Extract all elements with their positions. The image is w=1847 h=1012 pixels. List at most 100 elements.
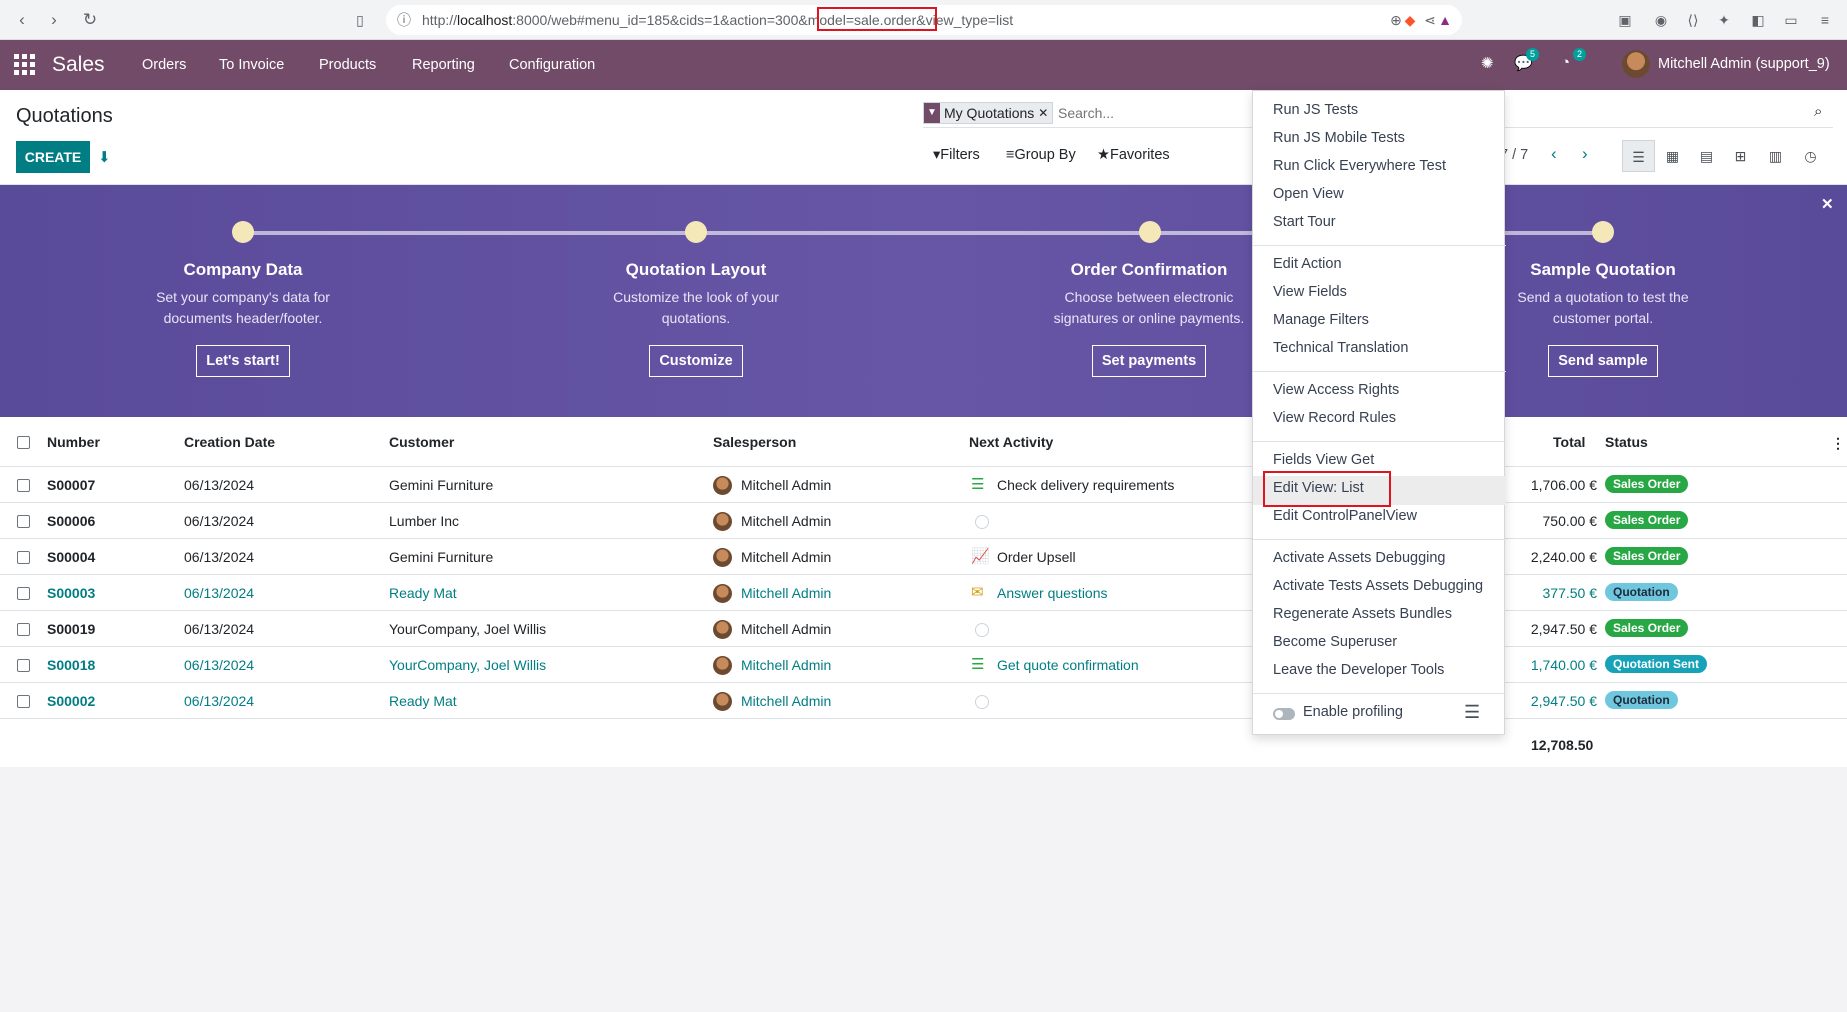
menu-item-run-js-mobile-tests[interactable]: Run JS Mobile Tests [1273,130,1405,146]
col-next-activity[interactable]: Next Activity [969,434,1053,450]
menu-icon[interactable]: ≡ [1815,10,1835,30]
extension-icon[interactable]: ▣ [1615,10,1635,30]
menu-item-view-record-rules[interactable]: View Record Rules [1273,410,1396,426]
clock-icon[interactable] [975,623,989,637]
creation-date: 06/13/2024 [184,621,255,637]
send-sample-button[interactable]: Send sample [1548,345,1658,377]
calendar-view-icon[interactable]: ▤ [1690,140,1723,172]
row-checkbox[interactable] [17,479,30,492]
pivot-view-icon[interactable]: ⊞ [1724,140,1757,172]
menu-item-edit-controlpanelview[interactable]: Edit ControlPanelView [1273,508,1417,524]
pager-prev-icon[interactable]: ‹ [1551,144,1557,164]
menu-item-technical-translation[interactable]: Technical Translation [1273,340,1408,356]
sidebar-icon[interactable]: ◧ [1748,10,1768,30]
list-view-icon[interactable]: ☰ [1622,140,1655,172]
row-checkbox[interactable] [17,659,30,672]
envelope-icon[interactable]: ✉ [971,585,989,601]
favorites-dropdown[interactable]: ★Favorites [1097,147,1170,163]
tasks-icon[interactable]: ☰ [971,657,989,673]
menu-item-run-js-tests[interactable]: Run JS Tests [1273,102,1358,118]
menu-to-invoice[interactable]: To Invoice [219,57,284,73]
menu-item-manage-filters[interactable]: Manage Filters [1273,312,1369,328]
menu-item-view-fields[interactable]: View Fields [1273,284,1347,300]
step-desc: quotations. [661,310,731,326]
puzzle-icon[interactable]: ✦ [1714,10,1734,30]
col-creation-date[interactable]: Creation Date [184,434,275,450]
row-checkbox[interactable] [17,695,30,708]
activity-view-icon[interactable]: ◷ [1794,140,1827,172]
apps-menu-icon[interactable] [14,54,36,76]
app-brand[interactable]: Sales [52,53,105,77]
menu-item-leave-developer-tools[interactable]: Leave the Developer Tools [1273,662,1444,678]
menu-item-click-everywhere[interactable]: Run Click Everywhere Test [1273,158,1446,174]
back-icon[interactable]: ‹ [10,8,34,32]
code-icon[interactable]: ⟨⟩ [1683,10,1703,30]
col-customer[interactable]: Customer [389,434,454,450]
profiling-toggle[interactable] [1273,708,1295,720]
lets-start-button[interactable]: Let's start! [196,345,290,377]
row-checkbox[interactable] [17,515,30,528]
select-all-checkbox[interactable] [17,436,30,449]
brave-shield-icon[interactable]: ◆ [1400,10,1420,30]
profiling-list-icon[interactable]: ☰ [1464,702,1480,723]
menu-item-become-superuser[interactable]: Become Superuser [1273,634,1397,650]
set-payments-button[interactable]: Set payments [1091,345,1207,377]
menu-orders[interactable]: Orders [142,57,186,73]
search-icon[interactable]: ⌕ [1814,103,1822,120]
search-input[interactable] [1058,102,1258,124]
menu-item-edit-action[interactable]: Edit Action [1273,256,1342,272]
chat-icon[interactable]: 💬 5 [1514,48,1540,72]
col-total[interactable]: Total [1553,434,1585,450]
menu-item-open-view[interactable]: Open View [1273,186,1344,202]
activity-icon[interactable]: ◔ 2 [1561,48,1587,71]
row-checkbox[interactable] [17,551,30,564]
kanban-view-icon[interactable]: ▦ [1656,140,1689,172]
menu-item-activate-tests-assets-debugging[interactable]: Activate Tests Assets Debugging [1273,578,1483,594]
table-row[interactable]: S00019 06/13/2024 YourCompany, Joel Will… [0,611,1847,647]
col-salesperson[interactable]: Salesperson [713,434,796,450]
facet-remove-icon[interactable]: ✕ [1038,106,1052,120]
menu-products[interactable]: Products [319,57,376,73]
download-icon[interactable]: ⬇ [98,148,111,166]
address-bar[interactable]: ⓘ http://localhost:8000/web#menu_id=185&… [386,5,1462,35]
row-checkbox[interactable] [17,623,30,636]
site-info-icon[interactable]: ⓘ [394,10,414,30]
line-chart-icon[interactable]: 📈 [971,549,990,565]
optional-columns-icon[interactable]: ⋮ [1831,435,1845,452]
menu-item-regenerate-assets[interactable]: Regenerate Assets Bundles [1273,606,1452,622]
table-row[interactable]: S00018 06/13/2024 YourCompany, Joel Will… [0,647,1847,683]
table-row[interactable]: S00004 06/13/2024 Gemini Furniture Mitch… [0,539,1847,575]
menu-item-view-access-rights[interactable]: View Access Rights [1273,382,1399,398]
groupby-dropdown[interactable]: ≡Group By [1006,147,1076,163]
create-button[interactable]: CREATE [16,141,90,173]
table-row[interactable]: S00007 06/13/2024 Gemini Furniture Mitch… [0,467,1847,503]
wallet-icon[interactable]: ▭ [1781,10,1801,30]
pager-next-icon[interactable]: › [1582,144,1588,164]
close-icon[interactable]: ✕ [1821,195,1834,213]
menu-item-fields-view-get[interactable]: Fields View Get [1273,452,1374,468]
table-row[interactable]: S00006 06/13/2024 Lumber Inc Mitchell Ad… [0,503,1847,539]
debug-bug-icon[interactable]: ✺ [1481,54,1494,72]
extension-icon-2[interactable]: ◉ [1651,10,1671,30]
brave-rewards-icon[interactable]: ▲ [1435,10,1455,30]
row-checkbox[interactable] [17,587,30,600]
filters-dropdown[interactable]: ▾Filters [933,147,980,163]
col-status[interactable]: Status [1605,434,1648,450]
table-row[interactable]: S00003 06/13/2024 Ready Mat Mitchell Adm… [0,575,1847,611]
graph-view-icon[interactable]: ▥ [1759,140,1792,172]
menu-configuration[interactable]: Configuration [509,57,595,73]
menu-reporting[interactable]: Reporting [412,57,475,73]
table-row[interactable]: S00002 06/13/2024 Ready Mat Mitchell Adm… [0,683,1847,719]
clock-icon[interactable] [975,515,989,529]
clock-icon[interactable] [975,695,989,709]
col-number[interactable]: Number [47,434,100,450]
customize-button[interactable]: Customize [649,345,743,377]
customer: Gemini Furniture [389,549,494,565]
bookmark-icon[interactable]: ▯ [350,10,370,30]
forward-icon[interactable]: › [42,8,66,32]
reload-icon[interactable]: ↻ [78,8,102,32]
menu-item-start-tour[interactable]: Start Tour [1273,214,1336,230]
menu-item-activate-assets-debugging[interactable]: Activate Assets Debugging [1273,550,1446,566]
user-menu[interactable]: Mitchell Admin (support_9) [1622,50,1830,78]
tasks-icon[interactable]: ☰ [971,477,989,493]
